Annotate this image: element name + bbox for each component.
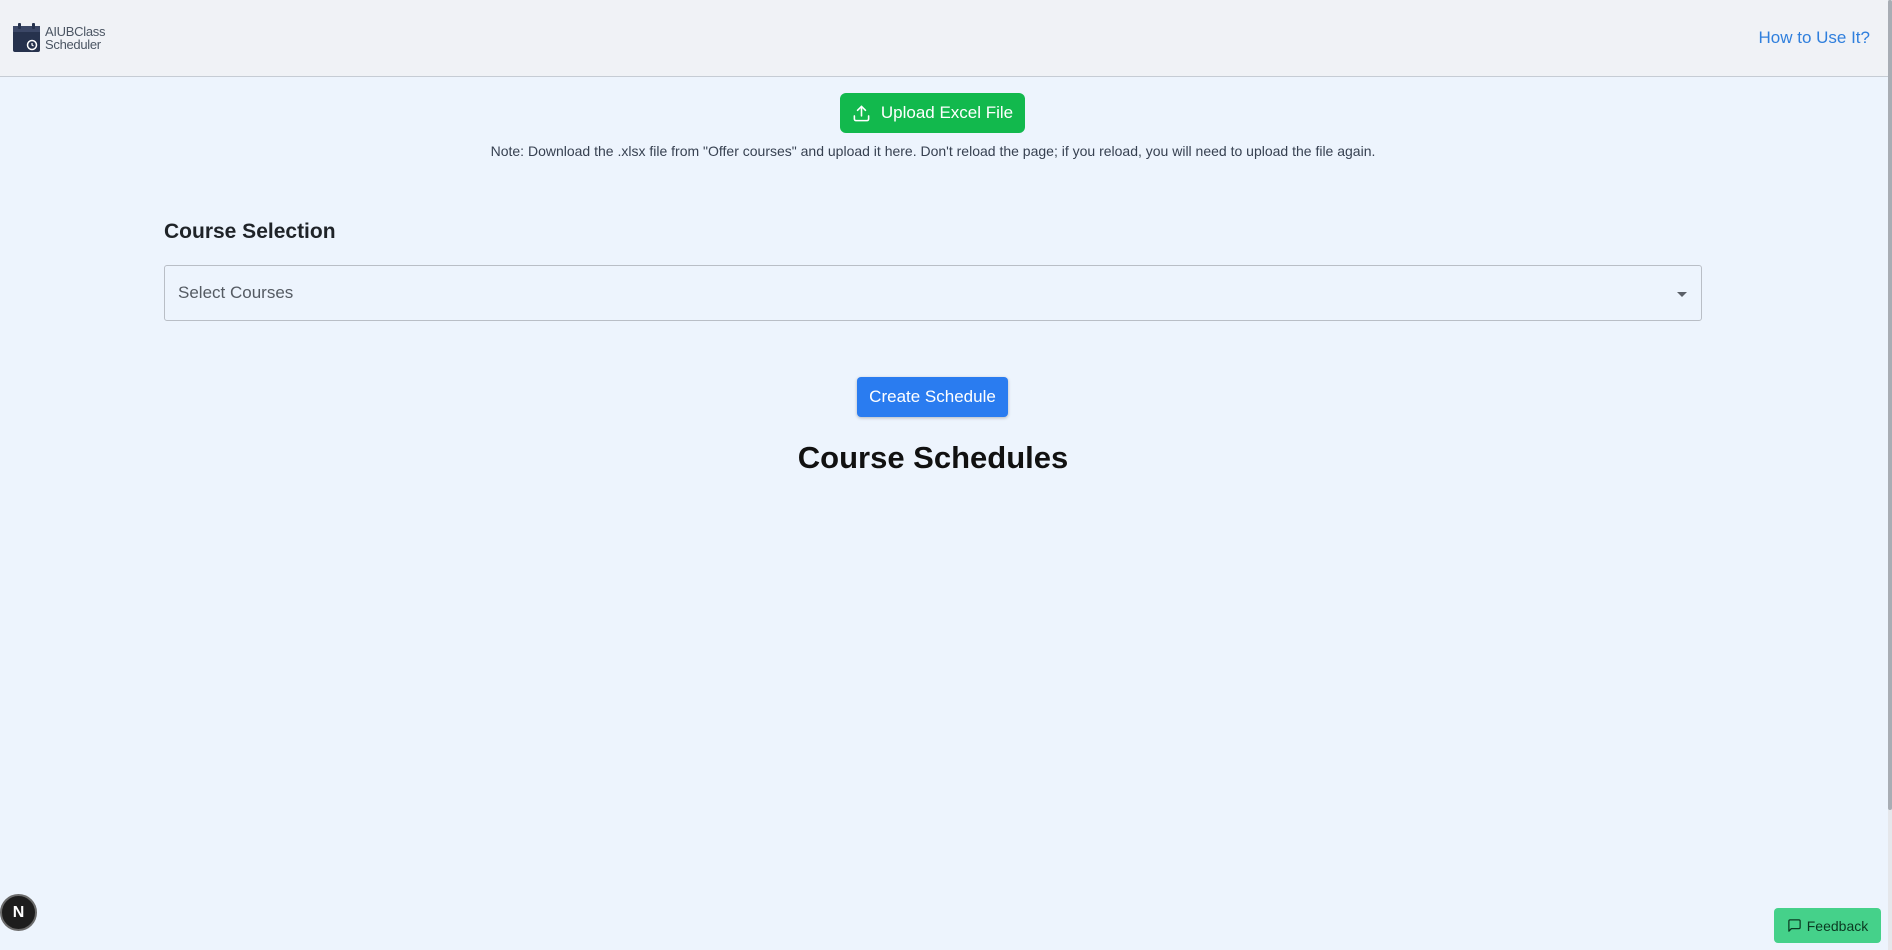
app-logo[interactable]: AIUBClass Scheduler xyxy=(12,22,105,54)
n-badge-letter: N xyxy=(12,903,25,921)
upload-button-label: Upload Excel File xyxy=(880,103,1014,122)
message-square-icon xyxy=(1788,919,1801,932)
course-select[interactable]: Select Courses xyxy=(164,265,1702,321)
logo-text: AIUBClass Scheduler xyxy=(45,25,105,51)
page: AIUBClass Scheduler How to Use It? Uploa… xyxy=(0,0,1892,950)
top-header: AIUBClass Scheduler How to Use It? xyxy=(0,0,1888,77)
feedback-button[interactable]: Feedback xyxy=(1774,908,1881,943)
how-to-use-link[interactable]: How to Use It? xyxy=(1759,28,1871,48)
upload-excel-button[interactable]: Upload Excel File xyxy=(840,93,1025,133)
create-schedule-button[interactable]: Create Schedule xyxy=(857,377,1008,417)
feedback-label: Feedback xyxy=(1806,917,1869,934)
logo-line-2: Scheduler xyxy=(45,37,101,52)
course-schedules-title: Course Schedules xyxy=(797,440,1069,475)
scrollbar-thumb[interactable] xyxy=(1888,0,1892,810)
chevron-down-icon[interactable] xyxy=(1677,291,1687,297)
upload-note: Note: Download the .xlsx file from "Offe… xyxy=(490,143,1376,159)
upload-icon xyxy=(853,105,870,121)
nextjs-dev-badge[interactable]: N xyxy=(0,894,37,931)
course-select-placeholder: Select Courses xyxy=(178,283,294,302)
page-scrollbar[interactable] xyxy=(1888,0,1892,950)
course-selection-title: Course Selection xyxy=(164,220,336,243)
calendar-icon xyxy=(13,23,40,52)
